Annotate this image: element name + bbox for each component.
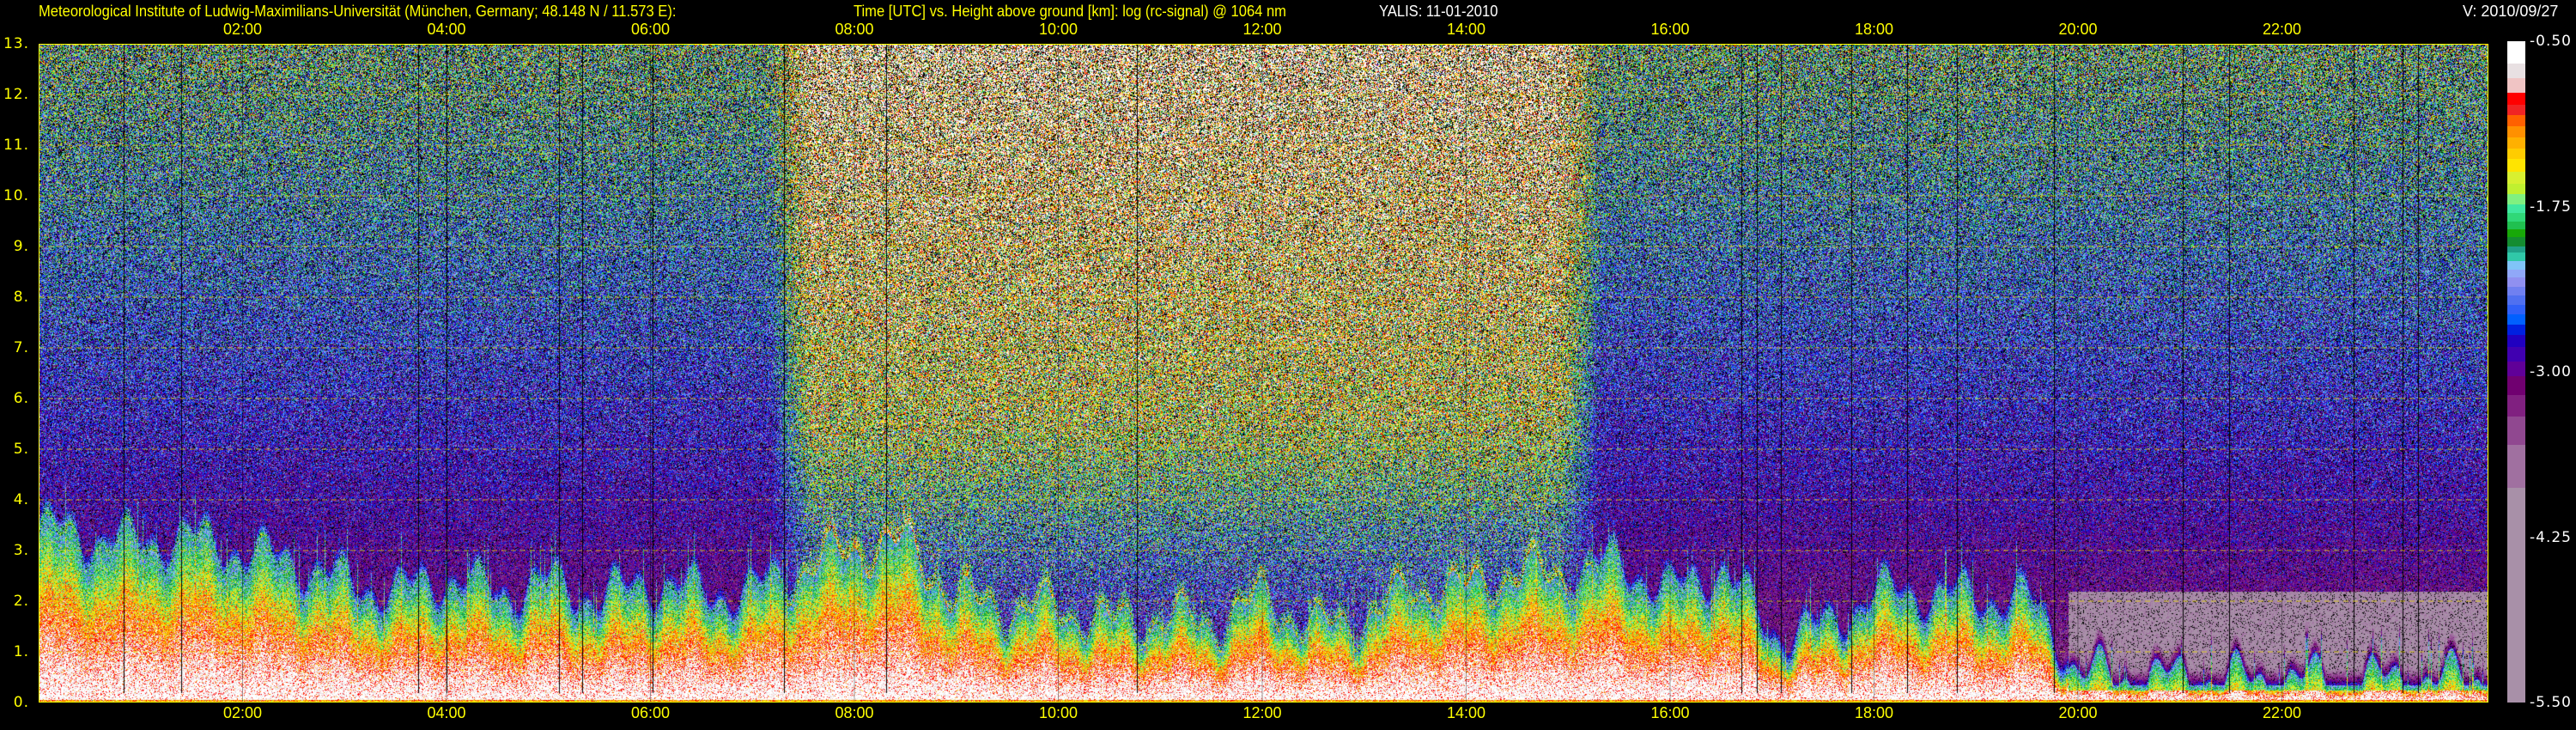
x-tick-label: 14:00 — [1446, 21, 1486, 38]
colorbar-segment — [2507, 286, 2525, 296]
x-tick-label: 10:00 — [1038, 704, 1078, 721]
colorbar-segment — [2507, 445, 2525, 489]
y-tick-label: 6. — [13, 390, 29, 407]
y-tick-label: 1. — [13, 643, 29, 660]
colorbar-segment — [2507, 148, 2525, 160]
colorbar-tick-label: -3.00 — [2530, 363, 2572, 380]
colorbar-segment — [2507, 137, 2525, 149]
x-tick-label: 22:00 — [2262, 704, 2302, 721]
x-tick-label: 22:00 — [2262, 21, 2302, 38]
x-tick-label: 06:00 — [630, 704, 671, 721]
y-tick-label: 3. — [13, 542, 29, 559]
x-tick-label: 12:00 — [1242, 704, 1282, 721]
colorbar-segment — [2507, 41, 2525, 64]
colorbar-segment — [2507, 417, 2525, 446]
colorbar-segment — [2507, 194, 2525, 205]
x-tick-label: 20:00 — [2058, 704, 2098, 721]
colorbar-segment — [2507, 488, 2525, 703]
x-tick-label: 14:00 — [1446, 704, 1486, 721]
colorbar-segment — [2507, 93, 2525, 105]
y-tick-label: 4. — [13, 491, 29, 508]
colorbar-segment — [2507, 221, 2525, 229]
colorbar-segment — [2507, 277, 2525, 287]
chart-title: Time [UTC] vs. Height above ground [km]:… — [854, 3, 1286, 20]
colorbar-segment — [2507, 305, 2525, 315]
institute-label: Meteorological Institute of Ludwig-Maxim… — [39, 3, 677, 20]
x-tick-label: 12:00 — [1242, 21, 1282, 38]
colorbar-segment — [2507, 184, 2525, 195]
x-tick-label: 18:00 — [1854, 704, 1894, 721]
colorbar-segment — [2507, 295, 2525, 306]
x-tick-label: 18:00 — [1854, 21, 1894, 38]
x-tick-label: 16:00 — [1650, 21, 1690, 38]
instrument-date-label: YALIS: 11-01-2010 — [1379, 3, 1498, 20]
y-tick-label: 2. — [13, 593, 29, 610]
x-tick-label: 10:00 — [1038, 21, 1078, 38]
colorbar-segment — [2507, 159, 2525, 172]
colorbar-segment — [2507, 314, 2525, 325]
plot-grid — [39, 44, 2488, 703]
colorbar-segment — [2507, 114, 2525, 127]
y-tick-label: 5. — [13, 441, 29, 458]
colorbar-segment — [2507, 204, 2525, 213]
colorbar-segment — [2507, 394, 2525, 417]
colorbar-segment — [2507, 252, 2525, 261]
version-label: V: 2010/09/27 — [2463, 3, 2559, 20]
colorbar — [2507, 41, 2525, 703]
y-tick-label: 7. — [13, 339, 29, 356]
plot-border — [39, 44, 2488, 703]
colorbar-segment — [2507, 335, 2525, 348]
colorbar-segment — [2507, 270, 2525, 277]
colorbar-segment — [2507, 126, 2525, 137]
y-tick-label: 10. — [3, 187, 29, 204]
x-tick-label: 06:00 — [630, 21, 671, 38]
y-tick-label: 12. — [3, 86, 29, 103]
colorbar-segment — [2507, 64, 2525, 79]
colorbar-segment — [2507, 237, 2525, 246]
colorbar-segment — [2507, 171, 2525, 185]
colorbar-segment — [2507, 104, 2525, 115]
x-tick-label: 02:00 — [222, 21, 263, 38]
colorbar-tick-label: -4.25 — [2530, 528, 2572, 546]
y-tick-label: 11. — [3, 137, 29, 154]
x-tick-label: 04:00 — [427, 704, 466, 721]
colorbar-segment — [2507, 361, 2525, 376]
y-tick-label: 13. — [3, 35, 29, 52]
colorbar-segment — [2507, 260, 2525, 271]
colorbar-segment — [2507, 78, 2525, 94]
x-tick-label: 02:00 — [222, 704, 263, 721]
colorbar-segment — [2507, 325, 2525, 336]
colorbar-tick-label: -1.75 — [2530, 198, 2572, 216]
x-tick-label: 20:00 — [2058, 21, 2098, 38]
y-tick-label: 9. — [13, 238, 29, 255]
colorbar-segment — [2507, 228, 2525, 238]
colorbar-tick-label: -5.50 — [2530, 694, 2572, 711]
y-tick-label: 8. — [13, 289, 29, 306]
x-tick-label: 04:00 — [427, 21, 466, 38]
colorbar-segment — [2507, 375, 2525, 395]
y-tick-label: 0. — [13, 694, 29, 711]
colorbar-segment — [2507, 246, 2525, 252]
colorbar-segment — [2507, 347, 2525, 362]
colorbar-segment — [2507, 212, 2525, 222]
x-tick-label: 16:00 — [1650, 704, 1690, 721]
x-tick-label: 08:00 — [835, 21, 874, 38]
x-tick-label: 08:00 — [835, 704, 874, 721]
lidar-backscatter-heatmap — [39, 44, 2488, 703]
colorbar-tick-label: -0.50 — [2530, 33, 2572, 50]
